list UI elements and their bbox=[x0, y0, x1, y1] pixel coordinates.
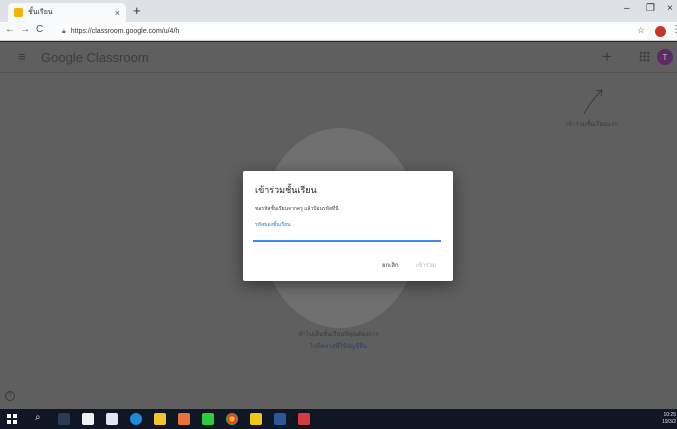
close-window-button[interactable]: × bbox=[667, 3, 673, 14]
main-menu-icon[interactable]: ≡ bbox=[18, 49, 26, 64]
browser-tab-strip: ชั้นเรียน × + – ❐ × bbox=[0, 0, 677, 22]
url-text: https://classroom.google.com/u/4/h bbox=[70, 28, 180, 35]
store-icon[interactable] bbox=[82, 413, 94, 425]
word-icon[interactable] bbox=[274, 413, 286, 425]
windows-taskbar: ⌕ 10:25 19/3/2 bbox=[0, 409, 677, 429]
browser-tab[interactable]: ชั้นเรียน × bbox=[8, 3, 126, 22]
cancel-button[interactable]: ยกเลิก bbox=[382, 260, 399, 270]
join-class-hint: เข้าร่วมชั้นเรียนแรก bbox=[566, 122, 618, 128]
chrome-icon[interactable] bbox=[226, 413, 238, 425]
class-code-label: รหัสของชั้นเรียน bbox=[255, 222, 291, 228]
line-icon[interactable] bbox=[202, 413, 214, 425]
taskbar-clock[interactable]: 10:25 19/3/2 bbox=[654, 412, 676, 426]
clock-date: 19/3/2 bbox=[662, 419, 676, 425]
clock-time: 10:25 bbox=[663, 412, 676, 418]
tab-close-icon[interactable]: × bbox=[115, 8, 120, 18]
extension-icon[interactable] bbox=[655, 26, 666, 37]
join-button[interactable]: เข้าร่วม bbox=[416, 260, 436, 270]
new-tab-button[interactable]: + bbox=[133, 3, 141, 19]
pdf-icon[interactable] bbox=[298, 413, 310, 425]
windows-start-icon[interactable] bbox=[7, 414, 17, 424]
join-class-dialog: เข้าร่วมชั้นเรียน ขอรหัสชั้นเรียนจากครู … bbox=[243, 171, 453, 281]
edge-icon[interactable] bbox=[130, 413, 142, 425]
lock-icon: 🔒︎ bbox=[62, 27, 66, 35]
classroom-favicon-icon bbox=[14, 8, 23, 17]
brand-google: Google bbox=[41, 50, 83, 65]
hint-arrow-icon bbox=[583, 89, 603, 115]
task-view-icon[interactable] bbox=[58, 413, 70, 425]
app-yellow-icon[interactable] bbox=[250, 413, 262, 425]
app-bar: ≡ Google Classroom + T bbox=[0, 42, 677, 73]
browser-menu-icon[interactable]: ⋮ bbox=[671, 24, 677, 35]
bookmark-star-icon[interactable]: ☆ bbox=[637, 25, 645, 36]
avatar[interactable]: T bbox=[657, 49, 673, 65]
add-class-icon[interactable]: + bbox=[602, 47, 612, 67]
maximize-button[interactable]: ❐ bbox=[646, 3, 655, 14]
dialog-title: เข้าร่วมชั้นเรียน bbox=[255, 185, 317, 195]
reload-button[interactable]: C bbox=[36, 24, 43, 35]
switch-account-link[interactable]: ไปที่คลาสที่ใช้บัญชีอื่น bbox=[0, 341, 677, 351]
app-orange-icon[interactable] bbox=[178, 413, 190, 425]
forward-button[interactable]: → bbox=[20, 24, 30, 35]
google-apps-icon[interactable] bbox=[639, 51, 650, 62]
file-explorer-icon[interactable] bbox=[154, 413, 166, 425]
mail-icon[interactable] bbox=[106, 413, 118, 425]
browser-toolbar: ← → C 🔒︎ https://classroom.google.com/u/… bbox=[0, 22, 677, 41]
tab-title: ชั้นเรียน bbox=[28, 9, 53, 16]
back-button[interactable]: ← bbox=[5, 24, 15, 35]
minimize-button[interactable]: – bbox=[624, 3, 630, 14]
app-logo[interactable]: Google Classroom bbox=[41, 50, 149, 65]
search-icon[interactable]: ⌕ bbox=[35, 412, 41, 423]
class-code-input[interactable] bbox=[253, 229, 441, 242]
empty-state-text: ทำไม่เห็นชั้นเรียนที่คุณต้องการ bbox=[298, 332, 379, 338]
address-bar[interactable]: 🔒︎ https://classroom.google.com/u/4/h bbox=[56, 24, 648, 39]
dialog-description: ขอรหัสชั้นเรียนจากครู แล้วป้อนรหัสที่นี่ bbox=[255, 206, 339, 212]
brand-classroom: Classroom bbox=[86, 50, 149, 65]
help-icon[interactable]: ? bbox=[5, 391, 15, 401]
